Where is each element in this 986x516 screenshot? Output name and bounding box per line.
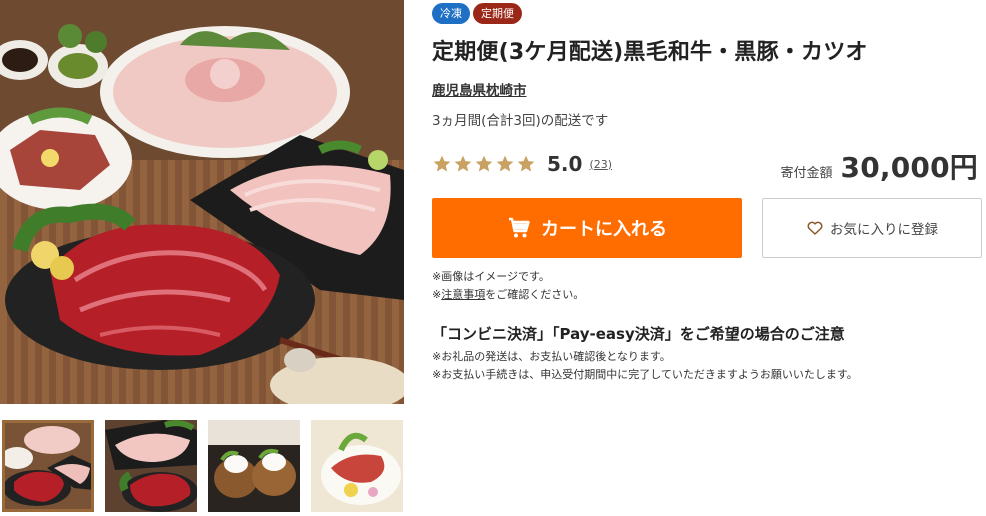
payment-note-deadline: ※お支払い手続きは、申込受付期間中に完了していただきますようお願いいたします。 xyxy=(432,368,858,381)
review-count: 23 xyxy=(593,157,608,171)
image-disclaimer: ※画像はイメージです。 xyxy=(432,270,550,283)
add-to-favorites-button[interactable]: お気に入りに登録 xyxy=(762,198,982,258)
payment-note-shipping: ※お礼品の発送は、お支払い確認後となります。 xyxy=(432,350,671,363)
badge-row: 冷凍 定期便 xyxy=(432,3,525,25)
municipality-link[interactable]: 鹿児島県枕崎市 xyxy=(432,79,527,99)
price-value: 30,000円 xyxy=(840,151,978,184)
image-notes: ※画像はイメージです。 ※注意事項をご確認ください。 xyxy=(432,268,584,304)
donation-price: 寄付金額 30,000円 xyxy=(781,146,978,186)
thumbnail-rice-cakes[interactable] xyxy=(208,420,300,512)
favorite-button-label: お気に入りに登録 xyxy=(830,222,938,238)
thumbnail-bonito-sashimi[interactable] xyxy=(311,420,403,512)
thumbnail-pork-and-beef[interactable] xyxy=(105,420,197,512)
rating-value: 5.0 xyxy=(547,152,583,176)
payment-notice-heading: 「コンビニ決済」「Pay-easy決済」をご希望の場合のご注意 xyxy=(432,325,845,343)
star-rating xyxy=(432,154,537,174)
review-count-close-paren: ) xyxy=(607,157,613,171)
caution-note: ※注意事項をご確認ください。 xyxy=(432,286,584,304)
heart-icon xyxy=(807,221,823,235)
subscription-badge: 定期便 xyxy=(473,3,522,24)
cart-button-label: カートに入れる xyxy=(541,219,667,240)
caution-link[interactable]: 注意事項 xyxy=(441,288,485,301)
frozen-badge: 冷凍 xyxy=(432,3,470,24)
star-icon xyxy=(454,155,472,172)
star-icon xyxy=(475,155,493,172)
main-product-image[interactable] xyxy=(0,0,404,404)
product-info: 冷凍 定期便 定期便(3ケ月配送)黒毛和牛・黒豚・カツオ 鹿児島県枕崎市 3ヵ月間… xyxy=(432,0,982,516)
product-title: 定期便(3ケ月配送)黒毛和牛・黒豚・カツオ xyxy=(432,40,868,65)
star-icon xyxy=(517,155,535,172)
thumbnail-platter[interactable] xyxy=(2,420,94,512)
caution-suffix: をご確認ください。 xyxy=(485,288,585,301)
rating: 5.0 (23) xyxy=(432,150,612,178)
cart-icon xyxy=(509,217,530,238)
price-label: 寄付金額 xyxy=(780,166,833,181)
delivery-description: 3ヵ月間(合計3回)の配送です xyxy=(432,113,609,129)
caution-prefix: ※ xyxy=(432,288,442,301)
review-count-link[interactable]: (23) xyxy=(589,158,612,171)
payment-notes: ※お礼品の発送は、お支払い確認後となります。 ※お支払い手続きは、申込受付期間中… xyxy=(432,348,858,384)
star-icon xyxy=(496,155,514,172)
thumbnail-strip xyxy=(0,420,404,516)
add-to-cart-button[interactable]: カートに入れる xyxy=(432,198,742,258)
star-icon xyxy=(433,155,451,172)
